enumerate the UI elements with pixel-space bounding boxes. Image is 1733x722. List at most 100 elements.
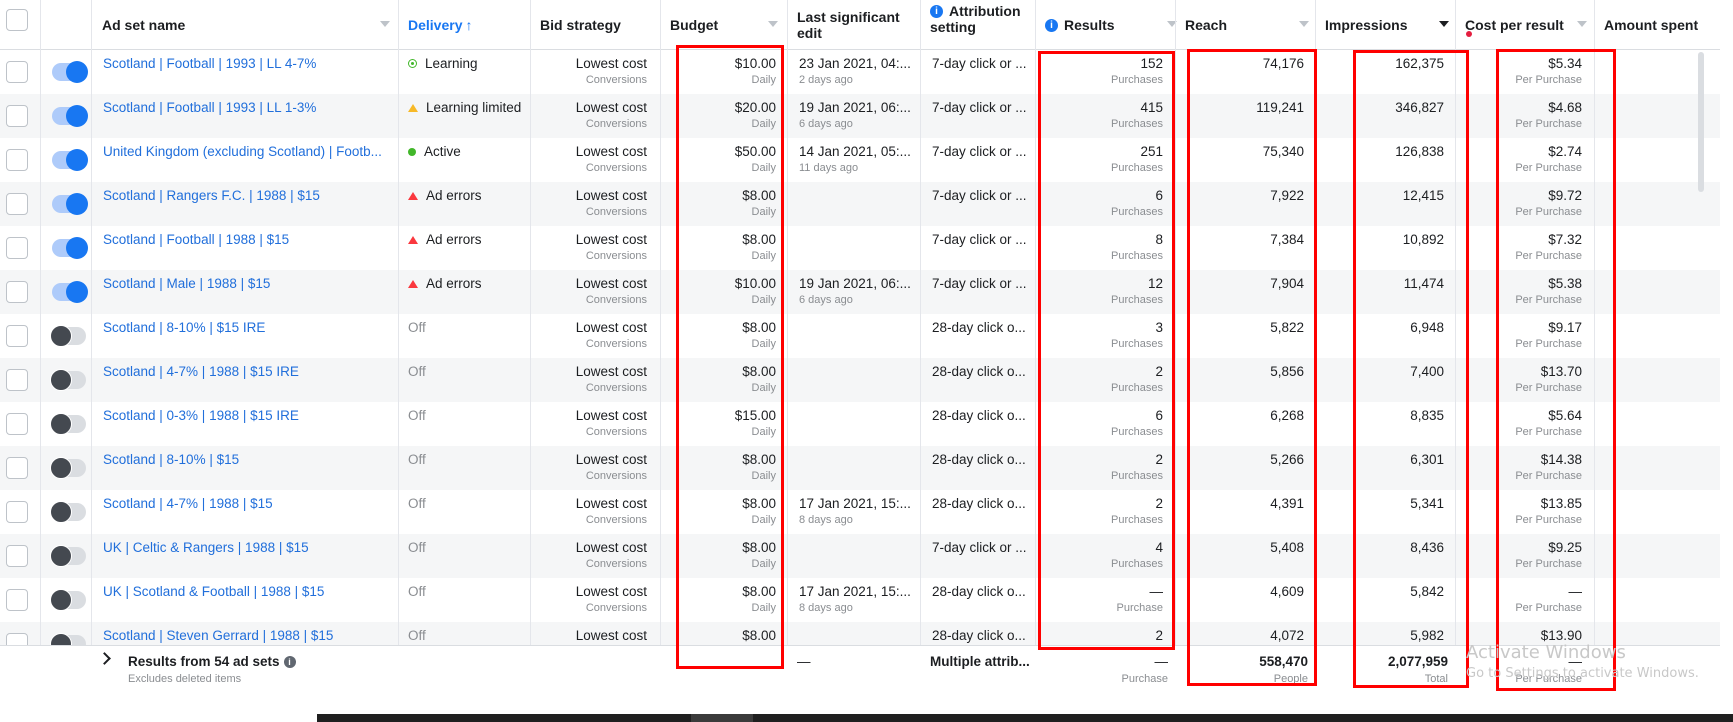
table-row[interactable]: Scotland | 4-7% | 1988 | $15 Off Lowest co… xyxy=(0,490,1720,534)
column-ad-set-name[interactable]: Ad set name xyxy=(92,0,398,50)
delivery-toggle[interactable] xyxy=(50,457,86,479)
table-row[interactable]: Scotland | Male | 1988 | $15 Ad errors Low… xyxy=(0,270,1720,314)
delivery-toggle[interactable] xyxy=(52,281,88,303)
row-checkbox[interactable] xyxy=(6,413,28,435)
delivery-toggle[interactable] xyxy=(52,105,88,127)
sort-caret-icon[interactable] xyxy=(1299,21,1309,27)
row-checkbox[interactable] xyxy=(6,325,28,347)
budget-value: $8.00 xyxy=(742,188,776,203)
ad-set-name-link[interactable]: Scotland | 0-3% | 1988 | $15 IRE xyxy=(103,408,383,423)
ad-set-name-link[interactable]: UK | Scotland & Football | 1988 | $15 xyxy=(103,584,383,599)
column-cost-per-result[interactable]: Cost per result xyxy=(1455,0,1595,50)
delivery-status-label: Off xyxy=(408,364,426,379)
delivery-status: Ad errors xyxy=(408,232,482,247)
row-checkbox[interactable] xyxy=(6,501,28,523)
table-row[interactable]: UK | Celtic & Rangers | 1988 | $15 Off Low… xyxy=(0,534,1720,578)
budget-value: $8.00 xyxy=(742,364,776,379)
table-row[interactable]: Scotland | 4-7% | 1988 | $15 IRE Off Lowes… xyxy=(0,358,1720,402)
bid-strategy: Lowest cost xyxy=(575,100,647,115)
row-checkbox[interactable] xyxy=(6,545,28,567)
budget-value: $8.00 xyxy=(742,320,776,335)
row-checkbox[interactable] xyxy=(6,281,28,303)
cost-per-result-sub: Per Purchase xyxy=(1515,382,1582,394)
table-row[interactable]: Scotland | Rangers F.C. | 1988 | $15 Ad e… xyxy=(0,182,1720,226)
toggle-knob xyxy=(50,325,72,347)
column-divider xyxy=(1594,0,1595,700)
ad-set-name-link[interactable]: Scotland | 4-7% | 1988 | $15 xyxy=(103,496,383,511)
column-budget[interactable]: Budget xyxy=(660,0,786,50)
budget-sub: Daily xyxy=(751,514,776,526)
results-summary[interactable]: Results from 54 ad sets i xyxy=(128,654,296,669)
delivery-toggle[interactable] xyxy=(50,501,86,523)
sort-caret-icon[interactable] xyxy=(1439,21,1449,27)
row-checkbox[interactable] xyxy=(6,457,28,479)
footer-attribution: Multiple attrib... xyxy=(930,654,1030,669)
ad-set-name-link[interactable]: Scotland | Football | 1988 | $15 xyxy=(103,232,383,247)
delivery-toggle[interactable] xyxy=(50,325,86,347)
error-warning-icon xyxy=(408,279,418,288)
table-row[interactable]: Scotland | Football | 1993 | LL 1-3% Lear… xyxy=(0,94,1720,138)
ad-set-name-link[interactable]: Scotland | Football | 1993 | LL 4-7% xyxy=(103,56,383,71)
taskbar-item[interactable] xyxy=(691,714,753,722)
delivery-toggle[interactable] xyxy=(52,149,88,171)
delivery-toggle[interactable] xyxy=(52,193,88,215)
error-warning-icon xyxy=(408,235,418,244)
chevron-right-icon[interactable] xyxy=(98,652,111,665)
excludes-note: Excludes deleted items xyxy=(128,673,242,685)
column-results[interactable]: i Results xyxy=(1035,0,1185,50)
column-delivery[interactable]: Delivery ↑ xyxy=(398,0,530,50)
footer-impressions-sub: Total xyxy=(1424,673,1448,685)
table-row[interactable]: Scotland | 8-10% | $15 IRE Off Lowest cost… xyxy=(0,314,1720,358)
ad-set-name-link[interactable]: Scotland | Male | 1988 | $15 xyxy=(103,276,383,291)
table-row[interactable]: United Kingdom (excluding Scotland) | Fo… xyxy=(0,138,1720,182)
ad-set-name-link[interactable]: Scotland | 8-10% | $15 xyxy=(103,452,383,467)
table-row[interactable]: UK | Scotland & Football | 1988 | $15 Off… xyxy=(0,578,1720,622)
table-row[interactable]: Scotland | 0-3% | 1988 | $15 IRE Off Lowes… xyxy=(0,402,1720,446)
info-icon[interactable]: i xyxy=(283,655,296,668)
column-divider xyxy=(1035,0,1036,700)
info-icon[interactable]: i xyxy=(1045,18,1058,32)
results-value: 251 xyxy=(1140,144,1163,159)
delivery-toggle[interactable] xyxy=(52,237,88,259)
row-checkbox[interactable] xyxy=(6,149,28,171)
row-checkbox[interactable] xyxy=(6,369,28,391)
row-checkbox[interactable] xyxy=(6,237,28,259)
bid-strategy-sub: Conversions xyxy=(585,162,647,174)
ad-set-name-link[interactable]: Scotland | Rangers F.C. | 1988 | $15 xyxy=(103,188,383,203)
table-row[interactable]: Scotland | 8-10% | $15 Off Lowest cost Conv… xyxy=(0,446,1720,490)
table-row[interactable]: Scotland | Football | 1993 | LL 4-7% Lear… xyxy=(0,50,1720,94)
select-all-checkbox[interactable] xyxy=(6,9,28,31)
delivery-toggle[interactable] xyxy=(50,545,86,567)
ad-set-name-link[interactable]: Scotland | Steven Gerrard | 1988 | $15 xyxy=(103,628,383,643)
sort-caret-icon[interactable] xyxy=(1577,21,1587,27)
row-checkbox[interactable] xyxy=(6,193,28,215)
column-label: Bid strategy xyxy=(540,17,621,33)
row-checkbox[interactable] xyxy=(6,589,28,611)
delivery-toggle[interactable] xyxy=(50,589,86,611)
row-checkbox[interactable] xyxy=(6,61,28,83)
ad-set-name-link[interactable]: Scotland | 4-7% | 1988 | $15 IRE xyxy=(103,364,383,379)
ad-set-name-link[interactable]: UK | Celtic & Rangers | 1988 | $15 xyxy=(103,540,383,555)
delivery-toggle[interactable] xyxy=(52,61,88,83)
budget-value: $15.00 xyxy=(734,408,776,423)
budget-sub: Daily xyxy=(751,426,776,438)
ad-set-name-link[interactable]: Scotland | 8-10% | $15 IRE xyxy=(103,320,383,335)
ad-set-name-link[interactable]: Scotland | Football | 1993 | LL 1-3% xyxy=(103,100,383,115)
row-checkbox[interactable] xyxy=(6,105,28,127)
column-bid-strategy[interactable]: Bid strategy xyxy=(530,0,660,50)
delivery-toggle[interactable] xyxy=(50,413,86,435)
column-reach[interactable]: Reach xyxy=(1175,0,1317,50)
column-attribution-setting[interactable]: i Attribution setting xyxy=(920,0,1035,50)
results-sub: Purchases xyxy=(1111,426,1163,438)
sort-caret-icon[interactable] xyxy=(768,21,778,27)
column-last-significant-edit[interactable]: Last significant edit xyxy=(787,0,920,50)
table-row[interactable]: Scotland | Football | 1988 | $15 Ad error… xyxy=(0,226,1720,270)
column-impressions[interactable]: Impressions xyxy=(1315,0,1457,50)
ad-set-name-link[interactable]: United Kingdom (excluding Scotland) | Fo… xyxy=(103,144,383,159)
delivery-toggle[interactable] xyxy=(50,369,86,391)
vertical-scrollbar[interactable] xyxy=(1698,52,1704,192)
column-amount-spent[interactable]: Amount spent xyxy=(1594,0,1720,50)
sort-caret-icon[interactable] xyxy=(380,21,390,27)
column-divider xyxy=(1455,0,1456,700)
attribution-setting: 7-day click or ... xyxy=(932,144,1027,159)
